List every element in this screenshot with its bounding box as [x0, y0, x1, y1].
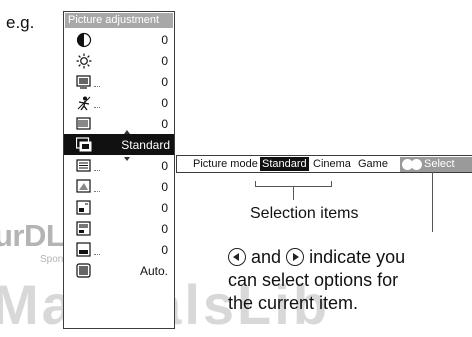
menu-row-black-level[interactable]: 0 — [64, 218, 174, 239]
noise-reduction-value: 0 — [161, 180, 168, 194]
menu-row-sharpness[interactable]: 0 — [64, 113, 174, 134]
selection-items-label: Selection items — [250, 205, 359, 222]
color-temp-icon — [76, 158, 92, 174]
menu-row-brightness[interactable]: 0 — [64, 50, 174, 71]
noise-reduction-icon — [76, 179, 92, 195]
right-arrow-icon — [411, 159, 422, 170]
sharpness-value: 0 — [161, 117, 168, 131]
picture-mode-label: Picture mode — [193, 158, 258, 170]
color-value: 0 — [161, 75, 168, 89]
option-game[interactable]: Game — [356, 157, 390, 171]
menu-row-white-level[interactable]: 0 — [64, 239, 174, 260]
contrast-icon — [76, 32, 92, 48]
color-icon — [76, 74, 92, 90]
color-temp-value: 0 — [161, 159, 168, 173]
menu-row-color-temp[interactable]: 0 — [64, 155, 174, 176]
menu-title: Picture adjustment — [65, 13, 173, 28]
tint-value: 0 — [161, 96, 168, 110]
white-level-value: 0 — [161, 243, 168, 257]
selection-bracket-stem — [293, 186, 294, 200]
picture-mode-bar: Picture mode Standard Cinema Game Select — [176, 155, 472, 173]
option-cinema[interactable]: Cinema — [311, 157, 353, 171]
picture-mode-icon — [76, 137, 92, 153]
menu-row-contrast[interactable]: 0 — [64, 29, 174, 50]
picture-adjustment-menu: Picture adjustment 0 0 0 0 0 Standard 0 … — [63, 11, 175, 329]
option-standard[interactable]: Standard — [260, 157, 309, 171]
select-pointer-line — [432, 172, 433, 232]
brightness-icon — [76, 53, 92, 69]
gamma-value: 0 — [161, 201, 168, 215]
auto-setup-value: Auto. — [139, 264, 168, 278]
picture-mode-value: Standard — [121, 138, 170, 152]
auto-setup-icon — [76, 263, 92, 279]
black-level-value: 0 — [161, 222, 168, 236]
arrow-description: and indicate you can select options for … — [228, 247, 406, 313]
menu-row-picture-mode[interactable]: Standard — [64, 134, 174, 161]
brightness-value: 0 — [161, 54, 168, 68]
menu-row-noise-reduction[interactable]: 0 — [64, 176, 174, 197]
menu-row-auto-setup[interactable]: Auto. — [64, 260, 174, 281]
example-label: e.g. — [6, 13, 35, 32]
menu-row-gamma[interactable]: 0 — [64, 197, 174, 218]
contrast-value: 0 — [161, 33, 168, 47]
menu-row-color[interactable]: 0 — [64, 71, 174, 92]
right-circle-arrow-icon — [286, 248, 305, 266]
white-level-icon — [76, 242, 92, 258]
tint-icon — [76, 95, 92, 111]
sharpness-icon — [76, 116, 92, 132]
select-button[interactable]: Select — [400, 157, 472, 172]
menu-row-tint[interactable]: 0 — [64, 92, 174, 113]
gamma-icon — [76, 200, 92, 216]
left-circle-arrow-icon — [228, 248, 246, 266]
black-level-icon — [76, 221, 92, 237]
